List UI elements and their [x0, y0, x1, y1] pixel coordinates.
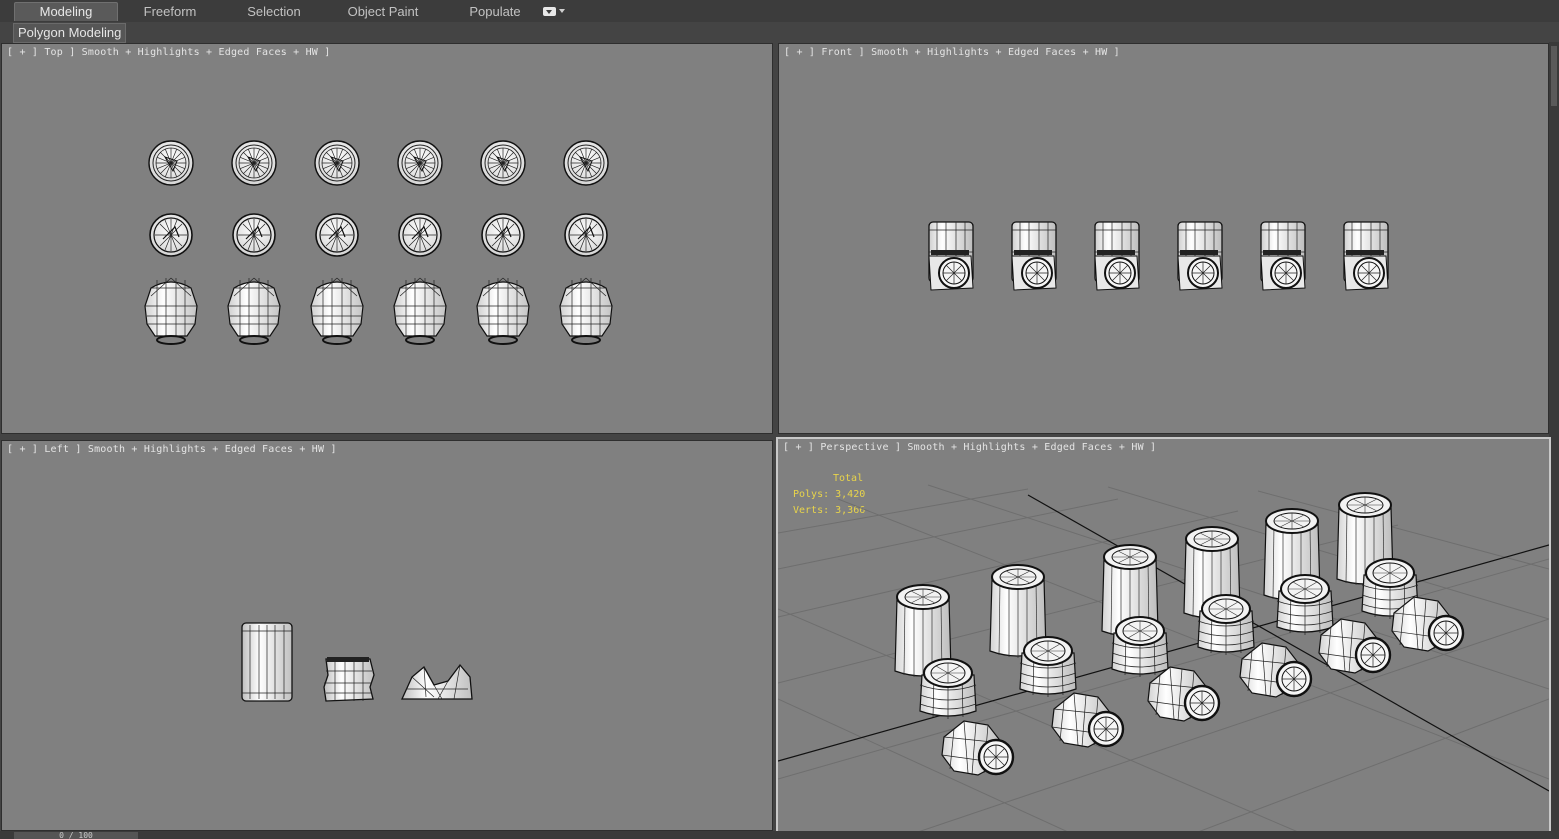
ribbon-options-icon [543, 6, 556, 16]
chevron-down-icon [559, 9, 565, 13]
left-can-flattened [400, 663, 473, 700]
ribbon-subbar: Polygon Modeling [0, 22, 1559, 43]
front-view-scene [928, 221, 1389, 291]
top-row-3 [144, 277, 613, 345]
timeline-bar [0, 831, 1559, 839]
viewport-perspective[interactable]: [ + ] Perspective ] Smooth + Highlights … [776, 437, 1551, 834]
viewport-left[interactable]: [ + ] Left ] Smooth + Highlights + Edged… [1, 440, 773, 831]
tab-freeform[interactable]: Freeform [118, 2, 222, 21]
ribbon-bar: Modeling Freeform Selection Object Paint… [0, 0, 1559, 23]
viewport-top[interactable]: [ + ] Top ] Smooth + Highlights + Edged … [1, 43, 773, 434]
tab-object-paint[interactable]: Object Paint [326, 2, 440, 21]
left-can-full [241, 622, 293, 702]
tab-populate[interactable]: Populate [440, 2, 550, 21]
top-row-1 [148, 140, 609, 186]
tab-polygon-modeling[interactable]: Polygon Modeling [13, 23, 127, 43]
scrollbar-thumb[interactable] [1551, 46, 1557, 106]
left-view-scene [241, 622, 473, 702]
top-row-2 [149, 213, 608, 257]
front-cans-row [928, 221, 1389, 291]
viewport-front[interactable]: [ + ] Front ] Smooth + Highlights + Edge… [778, 43, 1549, 434]
tab-modeling[interactable]: Modeling [14, 2, 118, 21]
left-can-crushed [323, 657, 375, 702]
time-slider[interactable]: 0 / 100 [14, 832, 138, 839]
tab-selection[interactable]: Selection [222, 2, 326, 21]
top-view-scene [144, 140, 613, 345]
ribbon-options-dropdown[interactable] [543, 5, 567, 17]
perspective-scene [778, 484, 1549, 832]
ribbon-tabs: Modeling Freeform Selection Object Paint… [14, 2, 550, 22]
